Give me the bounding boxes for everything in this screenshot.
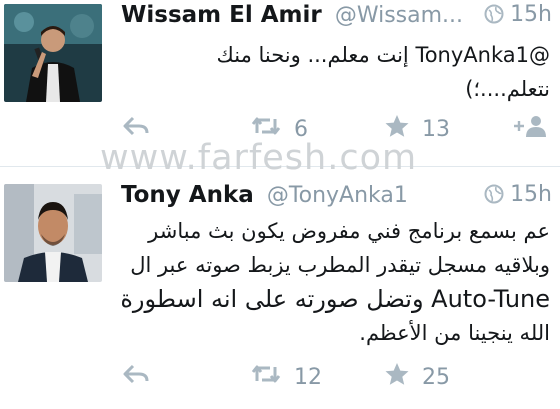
favorite-count: 13 [422,116,450,142]
tweet-meta: 15h [484,182,552,207]
tweet-time: 15h [510,2,552,27]
favorite-count: 25 [422,364,450,390]
tweet[interactable]: Tony Anka @TonyAnka1 15h عم بسمع برنامج … [0,172,560,409]
author-handle[interactable]: @Wissam... [335,3,463,28]
tweet-text-line: نتعلم....؛) [465,77,550,101]
tweet-text: @TonyAnka1 إنت معلم... ونحنا منك نتعلم..… [112,38,550,106]
tweet-header: Wissam El Amir @Wissam... 15h [121,2,552,32]
tweet-actions: 12 25 [0,362,560,392]
watermark: www.farfesh.com [100,138,418,178]
tweet-text: عم بسمع برنامج فني مفروض يكون بث مباشر و… [112,214,550,350]
avatar[interactable] [4,184,102,282]
tweet-text-line: عم بسمع برنامج فني مفروض يكون بث مباشر [148,219,550,243]
tweet-text-line: الله ينجينا من الأعظم. [359,321,550,345]
avatar[interactable] [4,4,102,102]
retweet-icon [250,363,282,391]
follow-button[interactable] [512,114,548,144]
globe-icon [484,182,510,207]
retweet-button[interactable]: 12 [250,362,322,392]
star-icon [384,362,410,392]
tweet-time: 15h [510,182,552,207]
tweet-header: Tony Anka @TonyAnka1 15h [121,182,552,212]
add-user-icon [512,113,548,145]
author-name[interactable]: Tony Anka [121,182,254,208]
author-name[interactable]: Wissam El Amir [121,2,322,28]
globe-icon [484,2,510,27]
tweet-text-line: وبلاقيه مسجل تيقدر المطرب يزبط صوته عبر … [130,253,550,277]
tweet-text-line: @TonyAnka1 إنت معلم... ونحنا منك [216,43,550,67]
author-handle[interactable]: @TonyAnka1 [267,183,408,208]
reply-icon [122,363,150,391]
favorite-button[interactable]: 25 [384,362,450,392]
tweet-meta: 15h [484,2,552,27]
reply-button[interactable] [122,362,150,392]
tweet-text-line: Auto-Tune وتضل صورته على انه اسطورة [120,285,550,313]
retweet-count: 12 [294,364,322,390]
